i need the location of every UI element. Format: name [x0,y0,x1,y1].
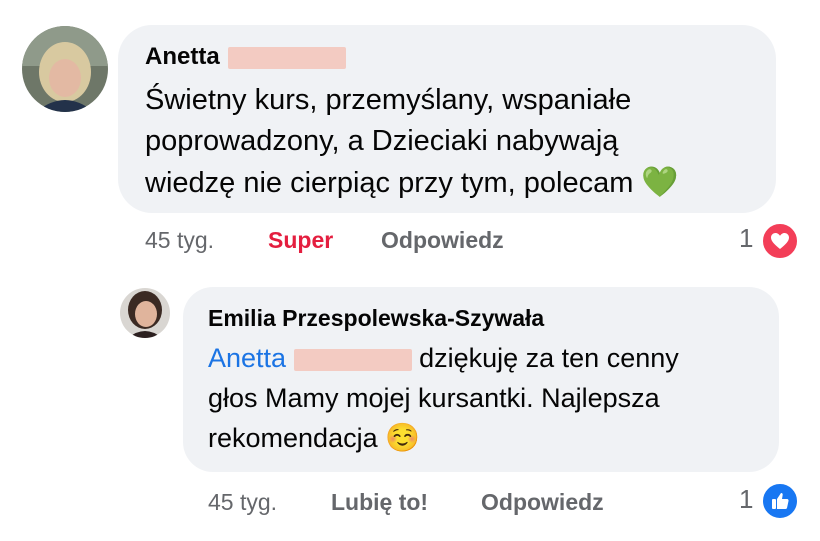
love-heart-icon[interactable] [761,222,799,260]
avatar-anetta[interactable] [22,26,108,112]
comment-reply-button[interactable]: Odpowiedz [381,227,504,254]
comment-line-3-text: wiedzę nie cierpiąc przy tym, polecam [145,167,634,199]
reply-like-button[interactable]: Lubię to! [331,489,428,516]
reply-text: Anetta dziękuję za ten cenny głos Mamy m… [208,338,679,458]
reply-reply-button[interactable]: Odpowiedz [481,489,604,516]
redaction-bar [228,46,347,69]
comment-text: Świetny kurs, przemyślany, wspaniałe pop… [145,80,679,204]
avatar-emilia-photo [120,288,170,338]
reply-line-1-text: dziękuję za ten cenny [411,343,679,373]
reply-line-2: głos Mamy mojej kursantki. Najlepsza [208,383,660,413]
reply-reaction-count[interactable]: 1 [739,484,753,515]
comment-reaction-count[interactable]: 1 [739,223,753,254]
mention-first: Anetta [208,343,287,373]
comment-line-3: wiedzę nie cierpiąc przy tym, polecam 💚 [145,162,679,204]
reply-time[interactable]: 45 tyg. [208,489,277,516]
mention-redaction-bar [293,348,412,371]
comment-author-first: Anetta [145,43,220,70]
comment-super-button[interactable]: Super [268,227,333,254]
comment-author[interactable]: Anetta [145,43,347,71]
reply-author[interactable]: Emilia Przespolewska-Szywała [208,305,544,332]
reply-line-3-text: rekomendacja [208,423,386,453]
reply-line-3: rekomendacja ☺️ [208,418,679,458]
avatar-anetta-photo [22,26,108,112]
comment-line-2: poprowadzony, a Dzieciaki nabywają [145,125,619,157]
comment-line-1: Świetny kurs, przemyślany, wspaniałe [145,84,632,116]
smiling-face-icon: ☺️ [385,422,420,453]
like-thumb-icon[interactable] [761,482,799,520]
green-heart-icon: 💚 [641,166,679,199]
comment-time[interactable]: 45 tyg. [145,227,214,254]
love-heart-glyph [771,233,789,249]
like-thumb-glyph [772,493,789,509]
avatar-emilia[interactable] [120,288,170,338]
mention-link[interactable]: Anetta [208,343,412,373]
reply-line-1: Anetta dziękuję za ten cenny [208,338,679,378]
